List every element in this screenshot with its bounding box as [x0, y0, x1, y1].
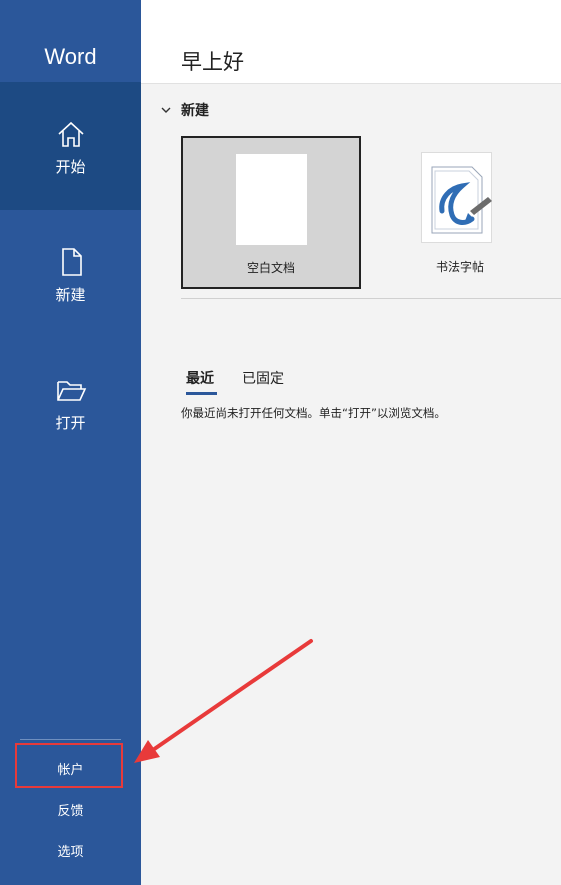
calligraphy-brush-icon [431, 166, 492, 234]
tab-pinned[interactable]: 已固定 [242, 368, 284, 388]
new-document-icon [61, 248, 82, 276]
main-pane: 早上好 新建 空白文档 书法字帖 最近 已固定 你最近尚未打开任何文档。单击“打… [141, 0, 561, 885]
app-title: Word [44, 44, 97, 69]
sidebar-divider [20, 739, 121, 740]
section-title: 新建 [181, 103, 209, 119]
word-start-screen: Word 开始 新建 打开 帐户 反馈 选项 早上好 新建 空白文档 书法字帖 … [0, 0, 561, 885]
chevron-down-icon [161, 107, 171, 113]
template-blank-document[interactable]: 空白文档 [181, 136, 361, 289]
sidebar-item-feedback[interactable]: 反馈 [0, 800, 141, 819]
template-label: 空白文档 [246, 261, 295, 275]
sidebar-item-label: 打开 [55, 414, 86, 432]
sidebar-item-open[interactable]: 打开 [0, 338, 141, 466]
sidebar-item-options[interactable]: 选项 [0, 841, 141, 860]
sidebar-item-home[interactable]: 开始 [0, 82, 141, 210]
folder-open-icon [56, 381, 86, 401]
annotation-highlight-box [15, 743, 123, 788]
template-calligraphy[interactable]: 书法字帖 [370, 136, 550, 289]
blank-page-thumbnail [236, 154, 307, 245]
greeting-bar: 早上好 [141, 0, 561, 84]
sidebar-item-label: 开始 [55, 158, 86, 176]
home-icon [57, 121, 84, 147]
section-divider [181, 298, 561, 299]
template-label: 书法字帖 [435, 260, 484, 274]
tab-recent[interactable]: 最近 [186, 368, 217, 395]
new-section-header[interactable]: 新建 [159, 100, 209, 120]
calligraphy-thumbnail [421, 152, 492, 243]
sidebar-item-label: 新建 [55, 286, 86, 304]
page-title: 早上好 [181, 50, 244, 74]
sidebar-item-new[interactable]: 新建 [0, 210, 141, 338]
empty-recent-message: 你最近尚未打开任何文档。单击“打开”以浏览文档。 [181, 406, 446, 420]
